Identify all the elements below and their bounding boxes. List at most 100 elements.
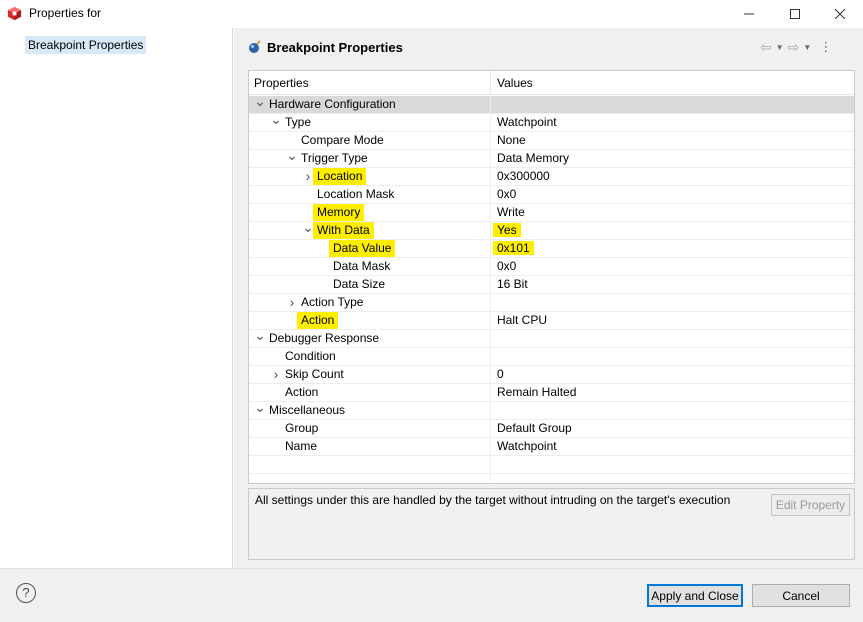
value-cell[interactable]: Default Group xyxy=(492,420,854,437)
property-label: Debugger Response xyxy=(269,331,380,345)
breakpoint-icon xyxy=(249,40,261,53)
property-cell: Action xyxy=(249,312,491,329)
table-header: Properties Values xyxy=(249,71,854,95)
chevron-down-icon[interactable]: ⌄ xyxy=(254,328,266,347)
table-row[interactable]: ⌄ Debugger Response xyxy=(249,328,854,348)
back-arrow-icon[interactable]: ⇦ xyxy=(760,39,772,56)
value-cell[interactable]: 16 Bit xyxy=(492,276,854,293)
table-row[interactable]: ⌄ Type Watchpoint xyxy=(249,112,854,132)
value-cell[interactable]: 0x0 xyxy=(492,186,854,203)
table-row[interactable]: ⌄ Miscellaneous xyxy=(249,400,854,420)
maximize-button[interactable] xyxy=(772,0,818,28)
value-cell[interactable]: Yes xyxy=(492,222,854,239)
chevron-down-icon[interactable]: ⌄ xyxy=(286,148,298,167)
value-cell[interactable] xyxy=(492,348,854,365)
table-row[interactable]: ⌄ Trigger Type Data Memory xyxy=(249,148,854,168)
maximize-icon xyxy=(790,9,800,19)
table-row[interactable]: Action Remain Halted xyxy=(249,384,854,402)
view-menu-icon[interactable]: ⋮ xyxy=(819,39,832,55)
table-row[interactable]: Data Size 16 Bit xyxy=(249,276,854,294)
value-cell[interactable]: 0x300000 xyxy=(492,168,854,185)
property-label: Location xyxy=(313,168,367,185)
property-value: 0x101 xyxy=(493,241,534,255)
property-cell: › Skip Count xyxy=(249,366,491,383)
property-cell xyxy=(249,456,491,473)
table-row[interactable]: Location Mask 0x0 xyxy=(249,186,854,204)
property-cell: › Location xyxy=(249,168,491,185)
description-text: All settings under this are handled by t… xyxy=(255,493,731,507)
value-cell[interactable]: None xyxy=(492,132,854,149)
value-cell[interactable]: 0x0 xyxy=(492,258,854,275)
chevron-right-icon[interactable]: › xyxy=(286,294,298,311)
column-header-properties[interactable]: Properties xyxy=(249,71,491,95)
table-row[interactable]: Name Watchpoint xyxy=(249,438,854,456)
table-row[interactable]: › Location 0x300000 xyxy=(249,168,854,186)
table-row[interactable]: Data Mask 0x0 xyxy=(249,258,854,276)
property-label: Data Size xyxy=(333,277,386,291)
forward-arrow-icon[interactable]: ⇨ xyxy=(788,39,800,56)
chevron-down-icon[interactable]: ⌄ xyxy=(270,112,282,131)
table-row[interactable]: Condition xyxy=(249,348,854,366)
table-row[interactable]: › Skip Count 0 xyxy=(249,366,854,384)
value-cell[interactable]: Watchpoint xyxy=(492,114,854,131)
value-cell[interactable]: Watchpoint xyxy=(492,438,854,455)
page-nav-tools: ⇦ ▼ ⇨ ▼ ⋮ xyxy=(760,38,832,56)
table-row[interactable]: Compare Mode None xyxy=(249,132,854,150)
table-row[interactable]: ⌄ With Data Yes xyxy=(249,220,854,240)
property-value: Yes xyxy=(493,223,521,237)
table-row[interactable]: Memory Write xyxy=(249,204,854,222)
apply-and-close-button[interactable]: Apply and Close xyxy=(647,584,743,607)
property-page: Breakpoint Properties ⇦ ▼ ⇨ ▼ ⋮ Properti… xyxy=(234,28,863,568)
property-value: 16 Bit xyxy=(497,277,528,291)
back-dropdown-icon[interactable]: ▼ xyxy=(776,43,784,52)
value-cell[interactable]: Data Memory xyxy=(492,150,854,167)
forward-dropdown-icon[interactable]: ▼ xyxy=(803,43,811,52)
property-value: Write xyxy=(497,205,525,219)
property-cell: Memory xyxy=(249,204,491,221)
table-row[interactable]: Action Halt CPU xyxy=(249,312,854,330)
property-cell: Data Mask xyxy=(249,258,491,275)
value-cell[interactable] xyxy=(492,294,854,311)
close-button[interactable] xyxy=(817,0,863,28)
value-cell[interactable] xyxy=(492,96,854,113)
property-label: With Data xyxy=(313,222,374,239)
value-cell[interactable]: 0 xyxy=(492,366,854,383)
table-row[interactable]: Data Value 0x101 xyxy=(249,240,854,258)
property-cell: Group xyxy=(249,420,491,437)
property-cell: ⌄ Type xyxy=(249,112,491,131)
property-value: Data Memory xyxy=(497,151,570,165)
value-cell[interactable]: Write xyxy=(492,204,854,221)
help-icon[interactable]: ? xyxy=(16,583,36,603)
chevron-down-icon[interactable]: ⌄ xyxy=(254,400,266,419)
table-row[interactable]: ⌄ Hardware Configuration xyxy=(249,94,854,114)
property-label: Type xyxy=(285,115,312,129)
property-label: Data Value xyxy=(329,240,396,257)
value-cell[interactable]: 0x101 xyxy=(492,240,854,257)
edit-property-button[interactable]: Edit Property xyxy=(771,494,850,516)
value-cell[interactable] xyxy=(492,330,854,347)
chevron-down-icon[interactable]: ⌄ xyxy=(254,94,266,113)
column-header-values[interactable]: Values xyxy=(492,71,854,95)
value-cell[interactable]: Halt CPU xyxy=(492,312,854,329)
cancel-button[interactable]: Cancel xyxy=(752,584,850,607)
property-label: Skip Count xyxy=(285,367,344,381)
property-cell: Condition xyxy=(249,348,491,365)
property-cell: Name xyxy=(249,438,491,455)
table-rows: ⌄ Hardware Configuration ⌄ Type Watchpoint Co… xyxy=(249,94,854,492)
chevron-right-icon[interactable]: › xyxy=(270,366,282,383)
property-label: Action xyxy=(297,312,339,329)
minimize-button[interactable] xyxy=(726,0,772,28)
value-cell[interactable] xyxy=(492,456,854,473)
property-cell: ⌄ Debugger Response xyxy=(249,328,491,347)
property-label: Action xyxy=(285,385,319,399)
property-label: Condition xyxy=(285,349,336,363)
value-cell[interactable]: Remain Halted xyxy=(492,384,854,401)
table-row[interactable] xyxy=(249,456,854,474)
table-row[interactable]: Group Default Group xyxy=(249,420,854,438)
tree-item-breakpoint-properties[interactable]: Breakpoint Properties xyxy=(25,36,147,54)
property-cell: ⌄ With Data xyxy=(249,220,491,239)
table-row[interactable]: › Action Type xyxy=(249,294,854,312)
value-cell[interactable] xyxy=(492,402,854,419)
property-label: Action Type xyxy=(301,295,364,309)
property-cell: Action xyxy=(249,384,491,401)
